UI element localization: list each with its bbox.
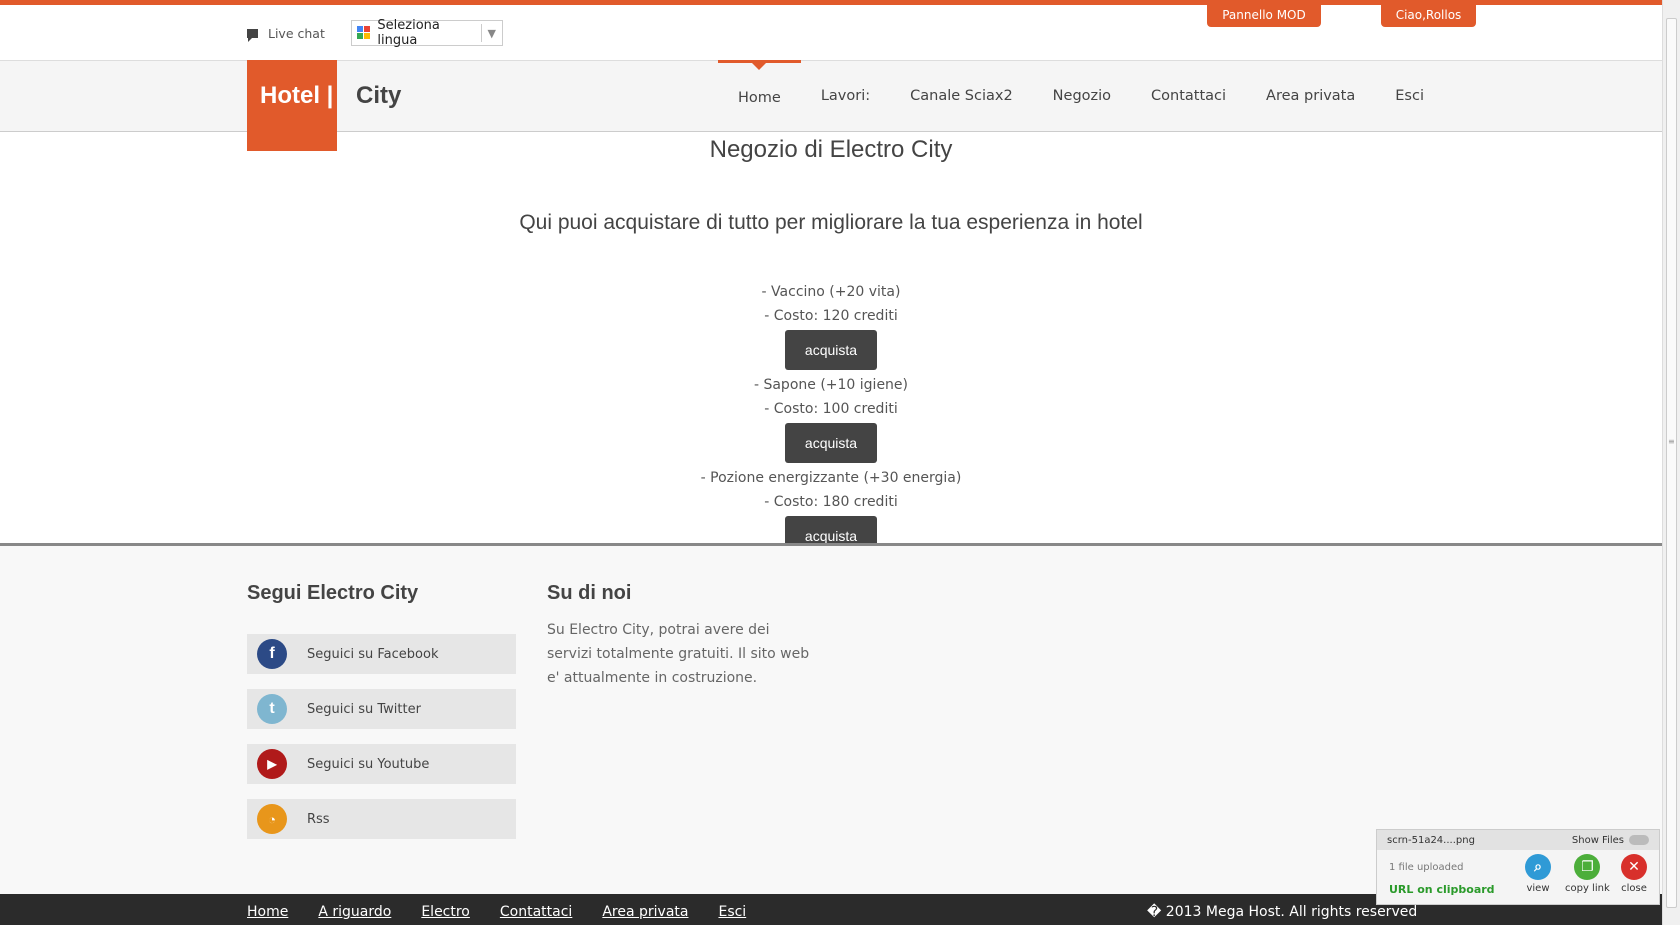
close-button[interactable]: ✕ close xyxy=(1621,854,1647,894)
scrollbar[interactable]: ≡ xyxy=(1662,0,1680,925)
nav-item-negozio[interactable]: Negozio xyxy=(1033,60,1131,132)
copy-link-button[interactable]: ❐ copy link xyxy=(1565,854,1610,894)
show-files-toggle[interactable]: Show Files xyxy=(1572,835,1649,846)
product-cost: - Costo: 100 crediti xyxy=(764,401,898,417)
google-translate-icon xyxy=(356,26,371,40)
nav-item-area-privata[interactable]: Area privata xyxy=(1246,60,1375,132)
upload-status: 1 file uploaded xyxy=(1389,862,1464,873)
copy-link-label: copy link xyxy=(1565,883,1610,894)
view-button[interactable]: ⌕ view xyxy=(1525,854,1551,894)
social-link-youtube[interactable]: ▶ Seguici su Youtube xyxy=(247,744,516,784)
chevron-down-icon: ▼ xyxy=(480,24,502,42)
follow-title: Segui Electro City xyxy=(247,582,419,604)
nav-item-esci[interactable]: Esci xyxy=(1375,60,1444,132)
page-title: Negozio di Electro City xyxy=(709,136,953,163)
buy-button[interactable]: acquista xyxy=(785,423,877,463)
user-greeting-button[interactable]: Ciao,Rollos xyxy=(1381,2,1476,27)
magnifier-icon: ⌕ xyxy=(1525,854,1551,880)
live-chat-link[interactable]: Live chat xyxy=(247,25,325,42)
utility-bar: Live chat Seleziona lingua ▼ xyxy=(247,18,503,48)
toggle-icon xyxy=(1629,835,1649,845)
bottom-nav: Home A riguardo Electro Contattaci Area … xyxy=(247,904,776,920)
rss-icon: ◔ xyxy=(257,804,287,834)
copyright: � 2013 Mega Host. All rights reserved xyxy=(1147,904,1418,920)
scrollbar-grip-icon: ≡ xyxy=(1668,437,1675,446)
language-select-label: Seleziona lingua xyxy=(377,18,440,48)
social-link-label: Seguici su Youtube xyxy=(307,756,430,772)
show-files-label: Show Files xyxy=(1571,834,1624,846)
clipboard-status: URL on clipboard xyxy=(1389,883,1495,896)
nav-item-lavori[interactable]: Lavori: xyxy=(801,60,890,132)
copy-icon: ❐ xyxy=(1574,854,1601,880)
product-cost: - Costo: 180 crediti xyxy=(764,494,898,510)
social-link-label: Rss xyxy=(307,811,330,827)
bottom-nav-contattaci[interactable]: Contattaci xyxy=(500,904,572,920)
scrollbar-thumb[interactable] xyxy=(1666,18,1677,908)
close-icon: ✕ xyxy=(1621,854,1647,880)
social-link-rss[interactable]: ◔ Rss xyxy=(247,799,516,839)
twitter-icon: t xyxy=(257,694,287,724)
buy-button[interactable]: acquista xyxy=(785,330,877,370)
upload-header: scrn-51a24....png Show Files xyxy=(1377,830,1659,850)
logo-city[interactable]: City xyxy=(356,82,401,110)
bottom-nav-area-privata[interactable]: Area privata xyxy=(602,904,688,920)
youtube-icon: ▶ xyxy=(257,749,287,779)
product-name: - Pozione energizzante (+30 energia) xyxy=(700,470,962,486)
bottom-nav-home[interactable]: Home xyxy=(247,904,288,920)
about-title: Su di noi xyxy=(547,582,632,604)
language-select[interactable]: Seleziona lingua ▼ xyxy=(350,18,503,48)
facebook-icon: f xyxy=(257,639,287,669)
upload-widget: scrn-51a24....png Show Files 1 file uplo… xyxy=(1376,829,1660,905)
view-label: view xyxy=(1526,883,1550,894)
product-list: - Vaccino (+20 vita) - Costo: 120 credit… xyxy=(0,280,1662,559)
nav-item-canale-sciax2[interactable]: Canale Sciax2 xyxy=(890,60,1033,132)
bottom-nav-esci[interactable]: Esci xyxy=(718,904,746,920)
mod-panel-button[interactable]: Pannello MOD xyxy=(1207,2,1321,27)
about-text: Su Electro City, potrai avere dei serviz… xyxy=(547,622,810,686)
bottom-nav-a-riguardo[interactable]: A riguardo xyxy=(318,904,391,920)
social-link-facebook[interactable]: f Seguici su Facebook xyxy=(247,634,516,674)
social-link-label: Seguici su Facebook xyxy=(307,646,439,662)
bottom-nav-electro[interactable]: Electro xyxy=(421,904,470,920)
nav-item-contattaci[interactable]: Contattaci xyxy=(1131,60,1246,132)
page-subtitle: Qui puoi acquistare di tutto per miglior… xyxy=(519,211,1143,234)
live-chat-label: Live chat xyxy=(268,25,325,41)
close-label: close xyxy=(1621,883,1647,894)
product-name: - Sapone (+10 igiene) xyxy=(753,377,909,393)
social-link-twitter[interactable]: t Seguici su Twitter xyxy=(247,689,516,729)
product-name: - Vaccino (+20 vita) xyxy=(761,284,901,300)
chat-icon xyxy=(247,28,258,42)
nav-item-home[interactable]: Home xyxy=(718,60,801,132)
product-cost: - Costo: 120 crediti xyxy=(764,308,898,324)
main-nav: Home Lavori: Canale Sciax2 Negozio Conta… xyxy=(718,60,1444,132)
social-link-label: Seguici su Twitter xyxy=(307,701,421,717)
upload-filename[interactable]: scrn-51a24....png xyxy=(1387,835,1475,846)
